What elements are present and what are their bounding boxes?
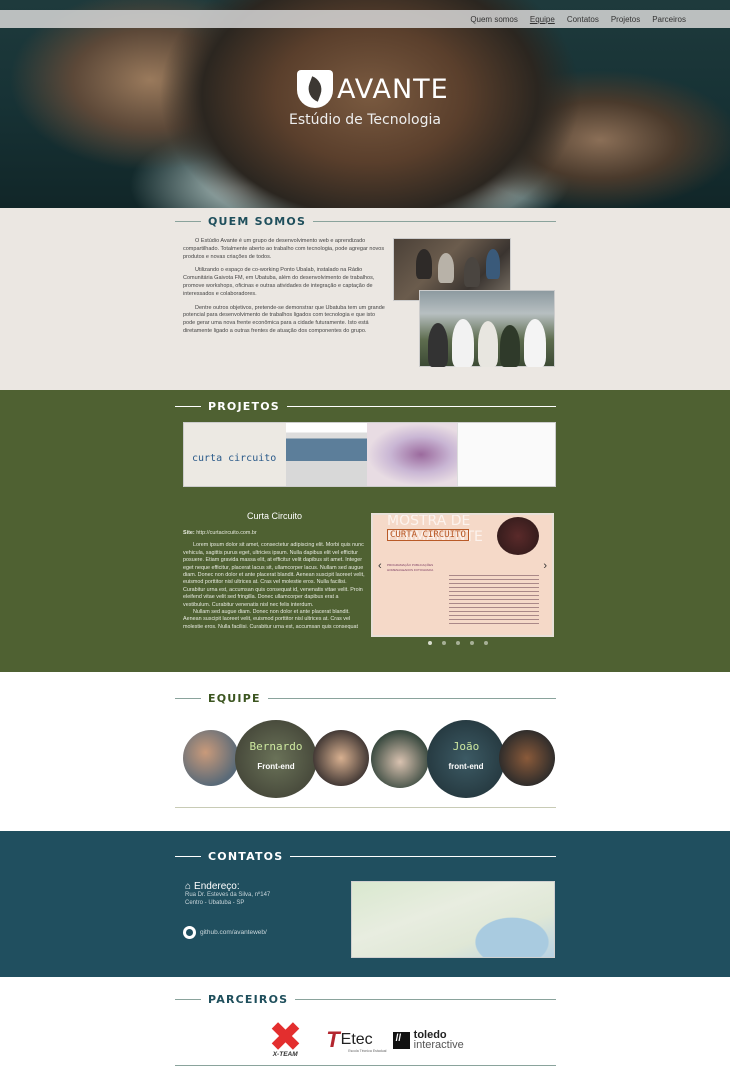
slide-menu: PROGRAMAÇÃO PUBLICAÇÕES HOMENAGEADOS FOT… (387, 563, 434, 572)
address-text: Rua Dr. Esteves da Silva, nº147 Centro -… (185, 892, 270, 907)
xteam-logo[interactable]: X-TEAM (266, 1019, 304, 1061)
about-paragraph: Utilizando o espaço de co-working Ponto … (183, 267, 375, 297)
section-title-contatos: CONTATOS (175, 850, 556, 863)
about-paragraph: Dentre outros objetivos, pretende-se dem… (183, 304, 385, 334)
section-parceiros: PARCEIROS X-TEAM T Etec Escola Técnica E… (0, 977, 730, 1082)
team-photo-2 (419, 290, 555, 367)
project-title: Curta Circuito (246, 511, 302, 521)
toledo-logo[interactable]: toledo interactive (392, 1030, 464, 1051)
nav-projetos[interactable]: Projetos (611, 15, 640, 24)
member-name: João (452, 740, 480, 753)
carousel-dot[interactable] (484, 641, 488, 645)
team-avatars: Bernardo Front-end João front-end (183, 720, 556, 800)
member-avatar-joao[interactable]: João front-end (427, 720, 505, 798)
hero-tagline: Estúdio de Tecnologia (289, 112, 441, 128)
carousel-dots (428, 641, 498, 645)
section-contatos: CONTATOS ⌂ Endereço: Rua Dr. Esteves da … (0, 831, 730, 977)
site-label: Site: (183, 530, 195, 536)
section-title-equipe: EQUIPE (175, 692, 556, 705)
member-role: Front-end (257, 762, 295, 771)
slide-logo: CURTA CIRCUITO (387, 529, 469, 541)
address-line: Rua Dr. Esteves da Silva, nº147 (185, 892, 271, 898)
section-title-quem-somos: QUEM SOMOS (175, 215, 556, 228)
divider (175, 1065, 556, 1066)
address-heading: ⌂ Endereço: (185, 881, 240, 892)
project-site-link[interactable]: http://curtacircuito.com.br (196, 530, 257, 536)
project-description: Site: http://curtacircuito.com.br Lorem … (183, 530, 366, 631)
hero-banner: Quem somos Equipe Contatos Projetos Parc… (0, 0, 730, 208)
section-equipe: EQUIPE Bernardo Front-end João front-end (0, 672, 730, 831)
slide-photo (497, 517, 539, 555)
project-thumb-3[interactable] (367, 423, 457, 486)
project-screenshot-carousel: MOSTRA DE PERMANENTE CURTA CIRCUITO PROG… (371, 513, 554, 637)
etec-mark-icon: T (326, 1027, 340, 1052)
carousel-next-icon[interactable]: › (543, 560, 547, 572)
carousel-dot[interactable] (470, 641, 474, 645)
top-navbar: Quem somos Equipe Contatos Projetos Parc… (0, 10, 730, 28)
divider (175, 807, 556, 808)
about-paragraph: O Estúdio Avante é um grupo de desenvolv… (183, 238, 385, 260)
slide-text-column (449, 575, 539, 625)
nav-parceiros[interactable]: Parceiros (652, 15, 686, 24)
member-avatar[interactable] (371, 730, 429, 788)
avante-logo: AVANTE (297, 70, 449, 108)
carousel-dot[interactable] (456, 641, 460, 645)
home-icon: ⌂ (185, 881, 192, 892)
xteam-label: X-TEAM (272, 1051, 298, 1058)
member-avatar-bernardo[interactable]: Bernardo Front-end (235, 720, 317, 798)
toledo-sublabel: interactive (413, 1039, 464, 1051)
project-paragraph: Lorem ipsum dolor sit amet, consectetur … (183, 542, 365, 608)
project-paragraph: Nullam sed augue diam. Donec non dolor e… (183, 609, 358, 630)
section-title-projetos: PROJETOS (175, 400, 556, 413)
github-link[interactable]: github.com/avanteweb/ (183, 926, 267, 939)
project-thumb-4[interactable] (456, 423, 555, 486)
member-avatar[interactable] (183, 730, 239, 786)
member-avatar[interactable] (499, 730, 555, 786)
projects-thumbnail-strip[interactable]: curta circuito (183, 422, 556, 487)
project-thumb-curta-circuito[interactable]: curta circuito (184, 423, 287, 486)
carousel-dot[interactable] (428, 641, 432, 645)
brand-name: AVANTE (337, 73, 449, 105)
address-line: Centro - Ubatuba - SP (185, 899, 245, 906)
member-avatar[interactable] (313, 730, 369, 786)
about-text: O Estúdio Avante é um grupo de desenvolv… (183, 238, 385, 342)
location-map[interactable] (351, 881, 555, 958)
etec-logo[interactable]: T Etec Escola Técnica Estadual (326, 1027, 386, 1053)
member-name: Bernardo (249, 740, 303, 753)
section-title-parceiros: PARCEIROS (175, 993, 556, 1006)
github-url[interactable]: github.com/avanteweb/ (200, 929, 267, 936)
carousel-prev-icon[interactable]: ‹ (378, 560, 382, 572)
section-projetos: PROJETOS curta circuito Curta Circuito S… (0, 390, 730, 672)
nav-contatos[interactable]: Contatos (567, 15, 599, 24)
section-quem-somos: QUEM SOMOS O Estúdio Avante é um grupo d… (0, 208, 730, 390)
github-icon (183, 926, 196, 939)
address-label: Endereço: (194, 881, 240, 892)
etec-label: Etec (340, 1031, 373, 1048)
member-role: front-end (448, 762, 484, 771)
nav-equipe[interactable]: Equipe (530, 15, 555, 24)
project-thumb-2[interactable] (286, 423, 368, 486)
nav-quem-somos[interactable]: Quem somos (470, 15, 518, 24)
curta-circuito-logo: curta circuito (192, 453, 277, 464)
etec-sublabel: Escola Técnica Estadual (348, 1049, 387, 1053)
partner-logos: X-TEAM T Etec Escola Técnica Estadual to… (0, 1019, 730, 1061)
shield-leaf-icon (297, 70, 333, 108)
carousel-dot[interactable] (442, 641, 446, 645)
toledo-mark-icon (392, 1031, 410, 1049)
